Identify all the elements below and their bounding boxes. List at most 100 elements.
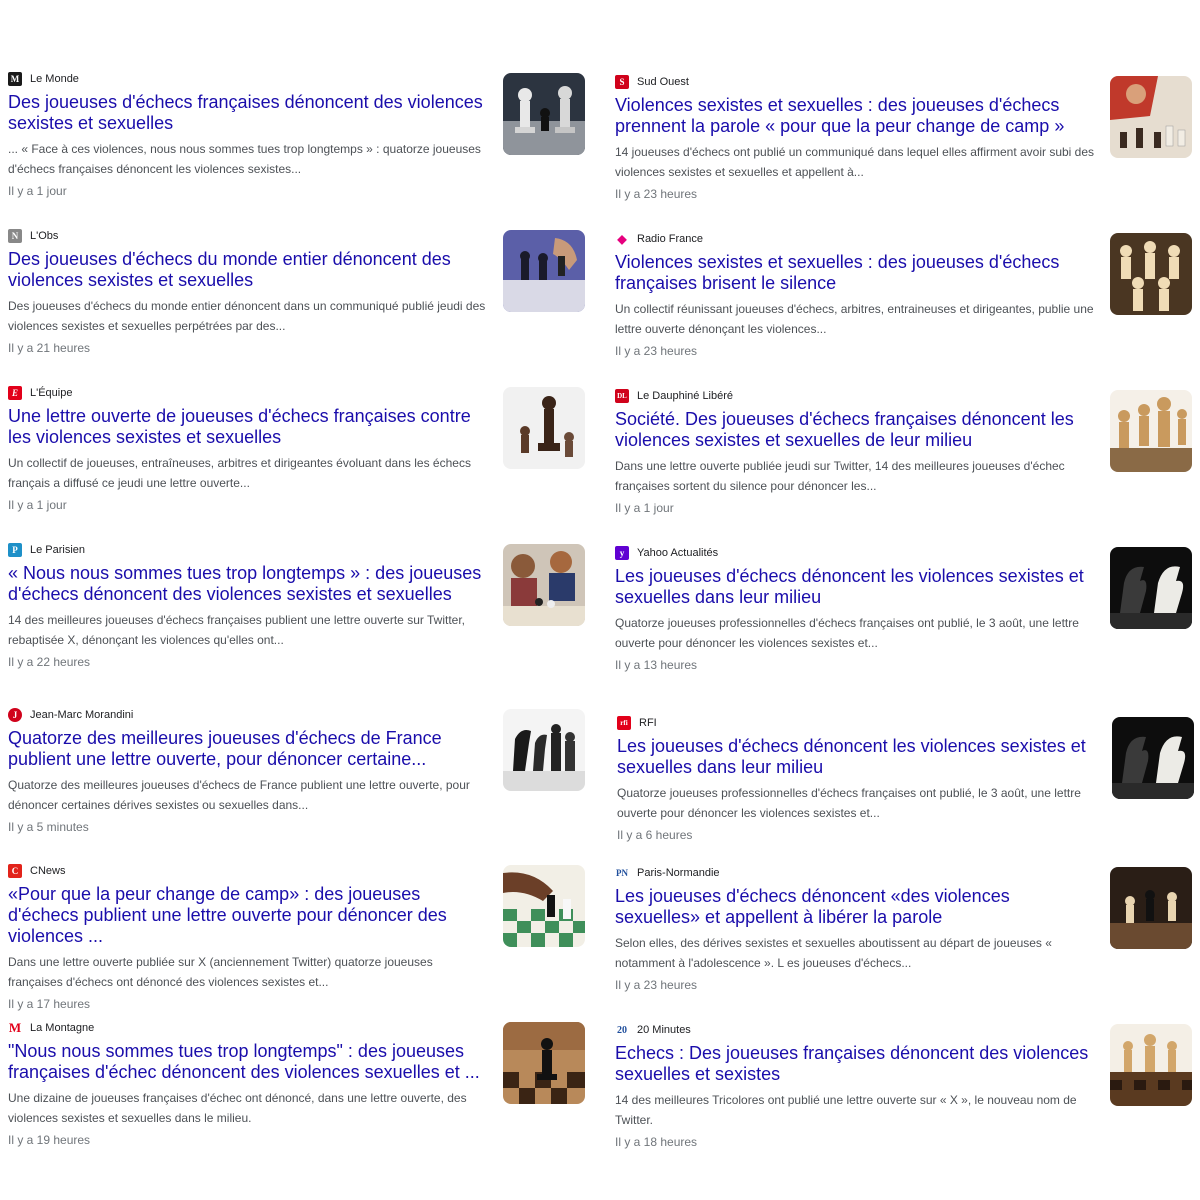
publisher-logo-icon: 20 <box>615 1023 629 1037</box>
news-card[interactable]: y Yahoo Actualités Les joueuses d'échecs… <box>615 540 1195 690</box>
headline-link[interactable]: Les joueuses d'échecs dénoncent les viol… <box>615 566 1099 608</box>
source-name: CNews <box>30 865 66 877</box>
news-card[interactable]: P Le Parisien « Nous nous sommes tues tr… <box>8 537 598 687</box>
source-row: C CNews <box>8 862 490 880</box>
headline-link[interactable]: Les joueuses d'échecs dénoncent les viol… <box>617 736 1101 778</box>
headline-link[interactable]: Quatorze des meilleures joueuses d'échec… <box>8 728 490 770</box>
thumbnail-image[interactable] <box>503 1022 585 1104</box>
thumbnail-image[interactable] <box>503 544 585 626</box>
news-card[interactable]: DL Le Dauphiné Libéré Société. Des joueu… <box>615 383 1195 533</box>
publisher-logo-icon: J <box>8 708 22 722</box>
news-card[interactable]: J Jean-Marc Morandini Quatorze des meill… <box>8 702 598 852</box>
thumbnail-image[interactable] <box>503 230 585 312</box>
source-name: L'Obs <box>30 230 59 242</box>
thumbnail-image[interactable] <box>503 387 585 469</box>
source-name: L'Équipe <box>30 387 73 399</box>
snippet: Un collectif réunissant joueuses d'échec… <box>615 302 1094 336</box>
timestamp: Il y a 23 heures <box>615 978 698 992</box>
thumbnail-image[interactable] <box>1110 390 1192 472</box>
thumbnail-image[interactable] <box>1110 867 1192 949</box>
thumbnail-image[interactable] <box>503 73 585 155</box>
thumbnail-image[interactable] <box>1110 76 1192 158</box>
source-row: E L'Équipe <box>8 384 490 402</box>
snippet: Des joueuses d'échecs du monde entier dé… <box>8 299 486 333</box>
publisher-logo-icon: E <box>8 386 22 400</box>
thumbnail-image[interactable] <box>503 865 585 947</box>
news-card[interactable]: C CNews «Pour que la peur change de camp… <box>8 858 598 1011</box>
source-row: P Le Parisien <box>8 541 490 559</box>
thumbnail-image[interactable] <box>1112 717 1194 799</box>
publisher-logo-icon: M <box>8 1020 22 1035</box>
source-row: y Yahoo Actualités <box>615 544 1099 562</box>
timestamp: Il y a 23 heures <box>615 187 698 201</box>
timestamp: Il y a 6 heures <box>617 828 693 842</box>
source-name: Radio France <box>637 233 704 245</box>
headline-link[interactable]: Violences sexistes et sexuelles : des jo… <box>615 252 1099 294</box>
headline-link[interactable]: Echecs : Des joueuses françaises dénonce… <box>615 1043 1099 1085</box>
timestamp: Il y a 23 heures <box>615 344 698 358</box>
headline-link[interactable]: "Nous nous sommes tues trop longtemps" :… <box>8 1041 490 1083</box>
headline-link[interactable]: Les joueuses d'échecs dénoncent «des vio… <box>615 886 1099 928</box>
source-name: Le Dauphiné Libéré <box>637 390 734 402</box>
headline-link[interactable]: « Nous nous sommes tues trop longtemps »… <box>8 563 490 605</box>
source-row: PN Paris-Normandie <box>615 864 1099 882</box>
news-card[interactable]: N L'Obs Des joueuses d'échecs du monde e… <box>8 223 598 373</box>
snippet: Une dizaine de joueuses françaises d'éch… <box>8 1091 467 1125</box>
source-row: S Sud Ouest <box>615 73 1099 91</box>
headline-link[interactable]: Des joueuses d'échecs françaises dénonce… <box>8 92 490 134</box>
snippet: 14 des meilleures Tricolores ont publié … <box>615 1093 1077 1127</box>
thumbnail-image[interactable] <box>503 709 585 791</box>
publisher-logo-icon: y <box>615 546 629 560</box>
headline-link[interactable]: «Pour que la peur change de camp» : des … <box>8 884 490 947</box>
news-card[interactable]: M Le Monde Des joueuses d'échecs françai… <box>8 66 598 216</box>
source-name: Yahoo Actualités <box>637 547 719 559</box>
source-row: DL Le Dauphiné Libéré <box>615 387 1099 405</box>
news-card[interactable]: E L'Équipe Une lettre ouverte de joueuse… <box>8 380 598 530</box>
timestamp: Il y a 1 jour <box>8 184 67 198</box>
publisher-logo-icon: DL <box>615 389 629 403</box>
headline-link[interactable]: Une lettre ouverte de joueuses d'échecs … <box>8 406 490 448</box>
news-card[interactable]: 20 20 Minutes Echecs : Des joueuses fran… <box>615 1017 1195 1167</box>
publisher-logo-icon: M <box>8 72 22 86</box>
timestamp: Il y a 17 heures <box>8 997 91 1011</box>
snippet: Un collectif de joueuses, entraîneuses, … <box>8 456 471 490</box>
publisher-logo-icon: P <box>8 543 22 557</box>
snippet: 14 des meilleures joueuses d'échecs fran… <box>8 613 465 647</box>
source-row: J Jean-Marc Morandini <box>8 706 490 724</box>
snippet: Quatorze des meilleures joueuses d'échec… <box>8 778 470 812</box>
source-name: Paris-Normandie <box>637 867 720 879</box>
news-card[interactable]: S Sud Ouest Violences sexistes et sexuel… <box>615 69 1195 219</box>
timestamp: Il y a 1 jour <box>8 498 67 512</box>
news-card[interactable]: ◆ Radio France Violences sexistes et sex… <box>615 226 1195 376</box>
source-row: M Le Monde <box>8 70 490 88</box>
thumbnail-image[interactable] <box>1110 233 1192 315</box>
source-name: La Montagne <box>30 1022 95 1034</box>
source-name: Sud Ouest <box>637 76 689 88</box>
source-name: Le Monde <box>30 73 79 85</box>
news-results-page: M Le Monde Des joueuses d'échecs françai… <box>0 0 1200 1200</box>
source-row: rfi RFI <box>617 714 1101 732</box>
publisher-logo-icon: PN <box>615 866 629 880</box>
timestamp: Il y a 21 heures <box>8 341 91 355</box>
source-row: 20 20 Minutes <box>615 1021 1099 1039</box>
thumbnail-image[interactable] <box>1110 1024 1192 1106</box>
news-card[interactable]: M La Montagne "Nous nous sommes tues tro… <box>8 1015 598 1165</box>
headline-link[interactable]: Violences sexistes et sexuelles : des jo… <box>615 95 1099 137</box>
headline-link[interactable]: Société. Des joueuses d'échecs française… <box>615 409 1099 451</box>
thumbnail-image[interactable] <box>1110 547 1192 629</box>
timestamp: Il y a 18 heures <box>615 1135 698 1149</box>
snippet: Quatorze joueuses professionnelles d'éch… <box>615 616 1079 650</box>
source-row: N L'Obs <box>8 227 490 245</box>
source-name: Jean-Marc Morandini <box>30 709 134 721</box>
publisher-logo-icon: S <box>615 75 629 89</box>
timestamp: Il y a 1 jour <box>615 501 674 515</box>
snippet: Selon elles, des dérives sexistes et sex… <box>615 936 1052 970</box>
headline-link[interactable]: Des joueuses d'échecs du monde entier dé… <box>8 249 490 291</box>
news-card[interactable]: rfi RFI Les joueuses d'échecs dénoncent … <box>615 710 1195 860</box>
timestamp: Il y a 19 heures <box>8 1133 91 1147</box>
source-name: 20 Minutes <box>637 1024 691 1036</box>
snippet: ... « Face à ces violences, nous nous so… <box>8 142 481 176</box>
news-card[interactable]: PN Paris-Normandie Les joueuses d'échecs… <box>615 860 1195 1010</box>
snippet: 14 joueuses d'échecs ont publié un commu… <box>615 145 1095 179</box>
timestamp: Il y a 5 minutes <box>8 820 89 834</box>
